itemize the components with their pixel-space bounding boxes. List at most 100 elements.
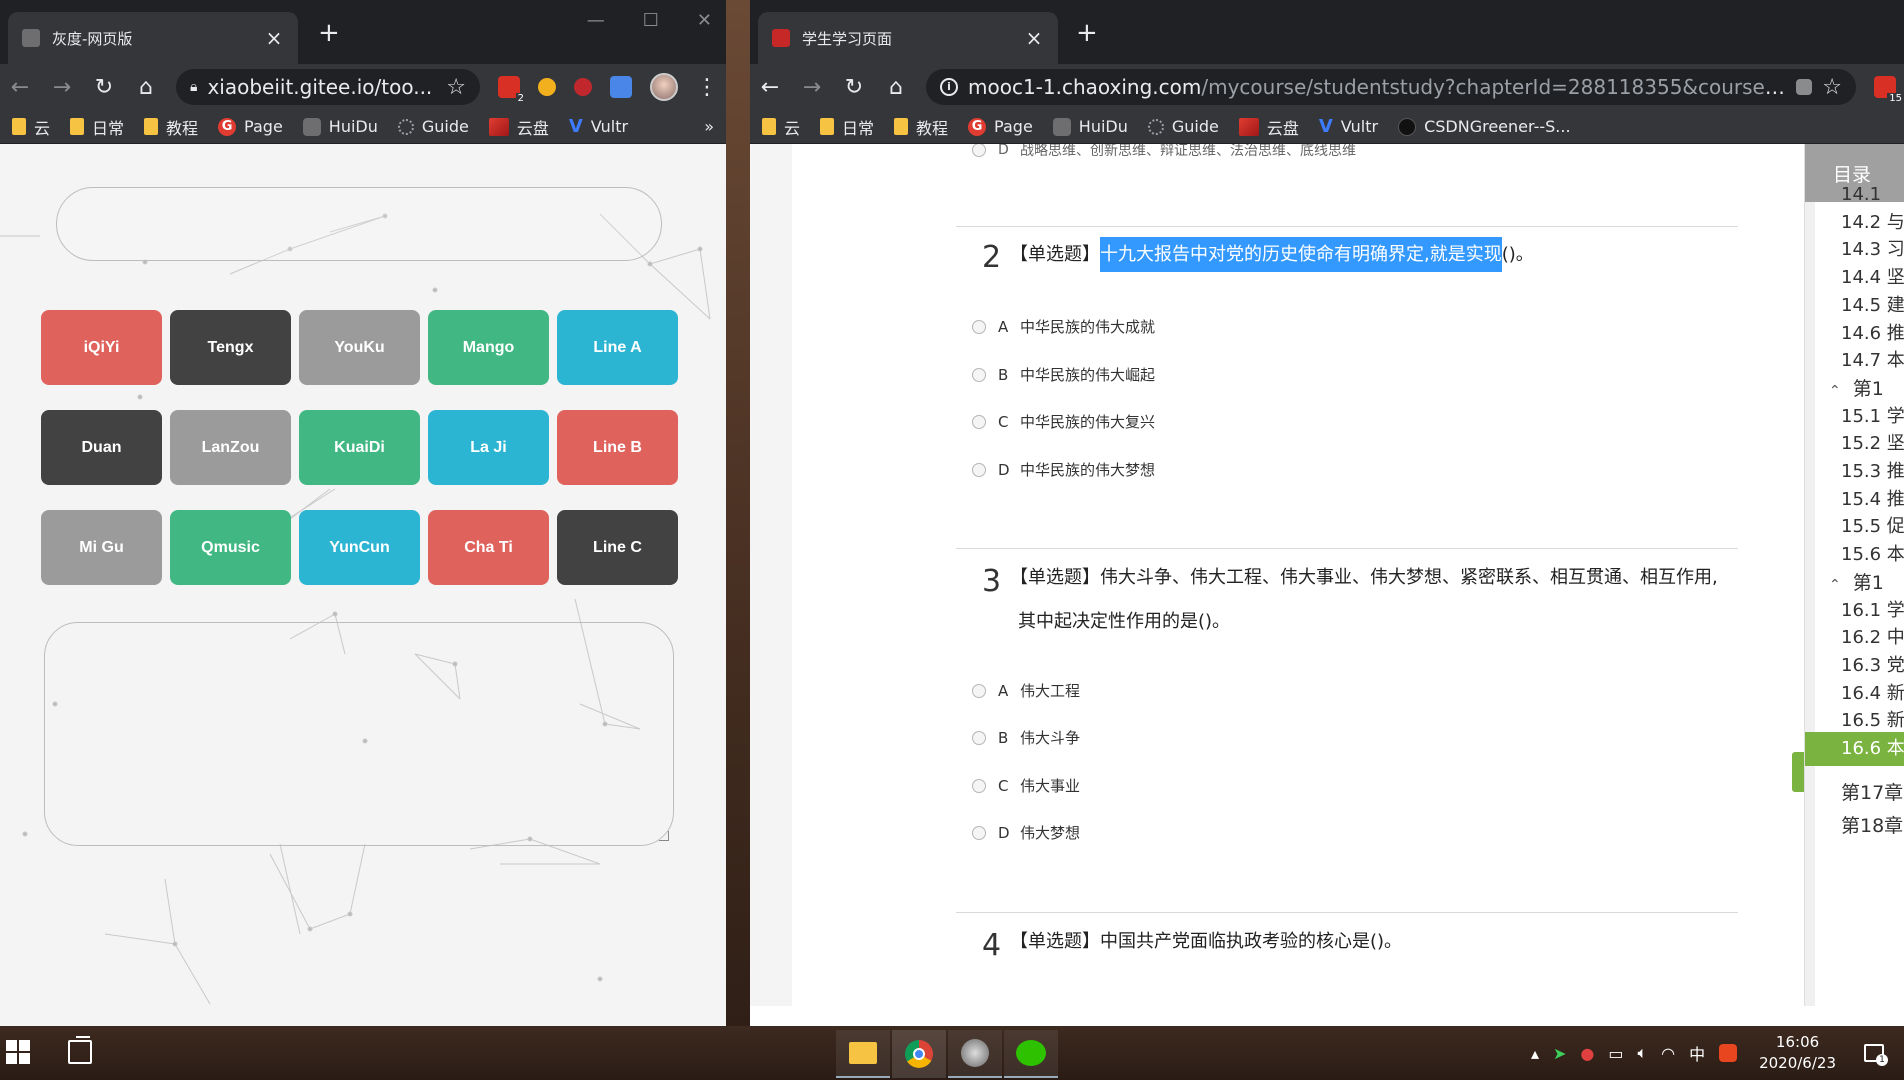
forward-button[interactable]: → xyxy=(800,75,824,100)
tray-app-icon[interactable]: ● xyxy=(1580,1044,1594,1063)
reload-button[interactable]: ↻ xyxy=(842,75,866,100)
home-button[interactable]: ⌂ xyxy=(134,75,158,100)
catalog-toggle-tab[interactable] xyxy=(1792,752,1804,792)
bookmark-yun[interactable]: 云 xyxy=(12,115,50,139)
taskbar-wechat[interactable] xyxy=(1004,1030,1058,1078)
home-button[interactable]: ⌂ xyxy=(884,75,908,100)
catalog-section[interactable]: 16.6 本 xyxy=(1805,732,1904,766)
radio-button[interactable] xyxy=(972,367,986,382)
tab-student-study[interactable]: 学生学习页面 × xyxy=(758,12,1058,64)
youku-button[interactable]: YouKu xyxy=(299,310,420,385)
reload-button[interactable]: ↻ xyxy=(92,75,116,100)
radio-button[interactable] xyxy=(972,414,986,429)
bookmark-yunpan[interactable]: 云盘 xyxy=(1238,115,1299,139)
taskbar-file-explorer[interactable] xyxy=(836,1030,890,1078)
clock[interactable]: 16:06 2020/6/23 xyxy=(1759,1032,1836,1074)
option-a[interactable]: A 伟大工程 xyxy=(972,680,1080,701)
radio-button[interactable] xyxy=(972,778,986,793)
radio-button[interactable] xyxy=(972,730,986,745)
close-window-button[interactable]: ✕ xyxy=(697,10,712,31)
line-c-button[interactable]: Line C xyxy=(557,510,678,585)
bookmark-huidu[interactable]: HuiDu xyxy=(302,117,378,136)
new-tab-button[interactable]: + xyxy=(318,18,340,48)
extension-yellow-icon[interactable] xyxy=(538,78,556,96)
chevron-up-icon[interactable]: ▴ xyxy=(1531,1044,1539,1063)
bookmark-huidu[interactable]: HuiDu xyxy=(1052,117,1128,136)
duan-button[interactable]: Duan xyxy=(41,410,162,485)
qmusic-button[interactable]: Qmusic xyxy=(170,510,291,585)
catalog-chapter[interactable]: 第17章 xyxy=(1805,776,1904,810)
radio-button[interactable] xyxy=(972,825,986,840)
bookmark-jiaocheng[interactable]: 教程 xyxy=(144,115,198,139)
yuncun-button[interactable]: YunCun xyxy=(299,510,420,585)
bookmark-star-icon[interactable]: ☆ xyxy=(1822,75,1842,100)
radio-button[interactable] xyxy=(972,462,986,477)
bookmark-yunpan[interactable]: 云盘 xyxy=(488,115,549,139)
kuaidi-button[interactable]: KuaiDi xyxy=(299,410,420,485)
back-button[interactable]: ← xyxy=(758,75,782,100)
info-icon[interactable]: i xyxy=(940,78,958,96)
option-c[interactable]: C 中华民族的伟大复兴 xyxy=(972,411,1155,432)
cha-ti-button[interactable]: Cha Ti xyxy=(428,510,549,585)
resize-grip-icon[interactable] xyxy=(659,831,669,841)
lock-icon[interactable]: 🔒︎ xyxy=(190,79,197,95)
result-textarea[interactable] xyxy=(44,622,674,846)
notification-icon[interactable]: 1 xyxy=(1864,1044,1888,1066)
bookmark-richang[interactable]: 日常 xyxy=(820,115,874,139)
tab-huidu[interactable]: 灰度-网页版 × xyxy=(8,12,298,64)
option-d[interactable]: D 中华民族的伟大梦想 xyxy=(972,459,1155,480)
close-tab-icon[interactable]: × xyxy=(1024,26,1044,50)
battery-icon[interactable]: ▭ xyxy=(1608,1044,1623,1063)
profile-avatar[interactable] xyxy=(650,73,678,101)
windows-start-icon[interactable] xyxy=(6,1040,30,1064)
extension-red-icon[interactable]: 2 xyxy=(498,76,526,104)
bookmark-vultr[interactable]: V Vultr xyxy=(1319,116,1378,137)
back-button[interactable]: ← xyxy=(8,75,32,100)
translate-icon[interactable] xyxy=(610,76,632,98)
address-bar[interactable]: 🔒︎ xiaobeiit.gitee.io/too... ☆ xyxy=(176,69,480,105)
option-d[interactable]: D 战略思维、创新思维、辩证思维、法治思维、底线思维 xyxy=(972,144,1356,160)
close-tab-icon[interactable]: × xyxy=(264,26,284,50)
option-c[interactable]: C 伟大事业 xyxy=(972,775,1080,796)
catalog-chapter[interactable]: 第18章 xyxy=(1805,809,1904,843)
radio-button[interactable] xyxy=(972,144,986,157)
line-a-button[interactable]: Line A xyxy=(557,310,678,385)
la-ji-button[interactable]: La Ji xyxy=(428,410,549,485)
extension-globe-icon[interactable] xyxy=(574,78,592,96)
option-b[interactable]: B 伟大斗争 xyxy=(972,727,1080,748)
bookmark-page[interactable]: G Page xyxy=(218,117,283,136)
option-d[interactable]: D 伟大梦想 xyxy=(972,822,1080,843)
radio-button[interactable] xyxy=(972,319,986,334)
bookmark-guide[interactable]: Guide xyxy=(397,117,469,136)
bookmark-yun[interactable]: 云 xyxy=(762,115,800,139)
minimize-button[interactable]: — xyxy=(587,10,605,31)
sogou-icon[interactable] xyxy=(1719,1044,1738,1062)
lanzou-button[interactable]: LanZou xyxy=(170,410,291,485)
bookmark-vultr[interactable]: V Vultr xyxy=(569,116,628,137)
tengx-button[interactable]: Tengx xyxy=(170,310,291,385)
bookmark-csdngreener[interactable]: CSDNGreener--S... xyxy=(1398,117,1571,136)
more-bookmarks-button[interactable]: » xyxy=(704,117,714,136)
bookmark-star-icon[interactable]: ☆ xyxy=(446,75,466,100)
bookmark-jiaocheng[interactable]: 教程 xyxy=(894,115,948,139)
ime-indicator[interactable]: 中 xyxy=(1689,1041,1705,1065)
search-input[interactable] xyxy=(56,187,662,261)
forward-button[interactable]: → xyxy=(50,75,74,100)
bookmark-richang[interactable]: 日常 xyxy=(70,115,124,139)
new-tab-button[interactable]: + xyxy=(1076,18,1098,48)
taskbar-chrome[interactable] xyxy=(892,1030,946,1078)
option-b[interactable]: B 中华民族的伟大崛起 xyxy=(972,364,1155,385)
mango-button[interactable]: Mango xyxy=(428,310,549,385)
blocked-content-icon[interactable] xyxy=(1796,79,1813,95)
bookmark-guide[interactable]: Guide xyxy=(1147,117,1219,136)
line-b-button[interactable]: Line B xyxy=(557,410,678,485)
task-view-icon[interactable] xyxy=(68,1036,92,1064)
maximize-button[interactable]: ☐ xyxy=(643,10,659,31)
menu-dots-icon[interactable]: ⋮ xyxy=(696,75,718,100)
mi-gu-button[interactable]: Mi Gu xyxy=(41,510,162,585)
volume-icon[interactable]: 🔈︎ xyxy=(1637,1043,1647,1063)
address-bar[interactable]: i mooc1-1.chaoxing.com/mycourse/students… xyxy=(926,69,1856,105)
send-arrow-icon[interactable]: ➤ xyxy=(1553,1044,1566,1063)
iqiyi-button[interactable]: iQiYi xyxy=(41,310,162,385)
option-a[interactable]: A 中华民族的伟大成就 xyxy=(972,316,1155,337)
